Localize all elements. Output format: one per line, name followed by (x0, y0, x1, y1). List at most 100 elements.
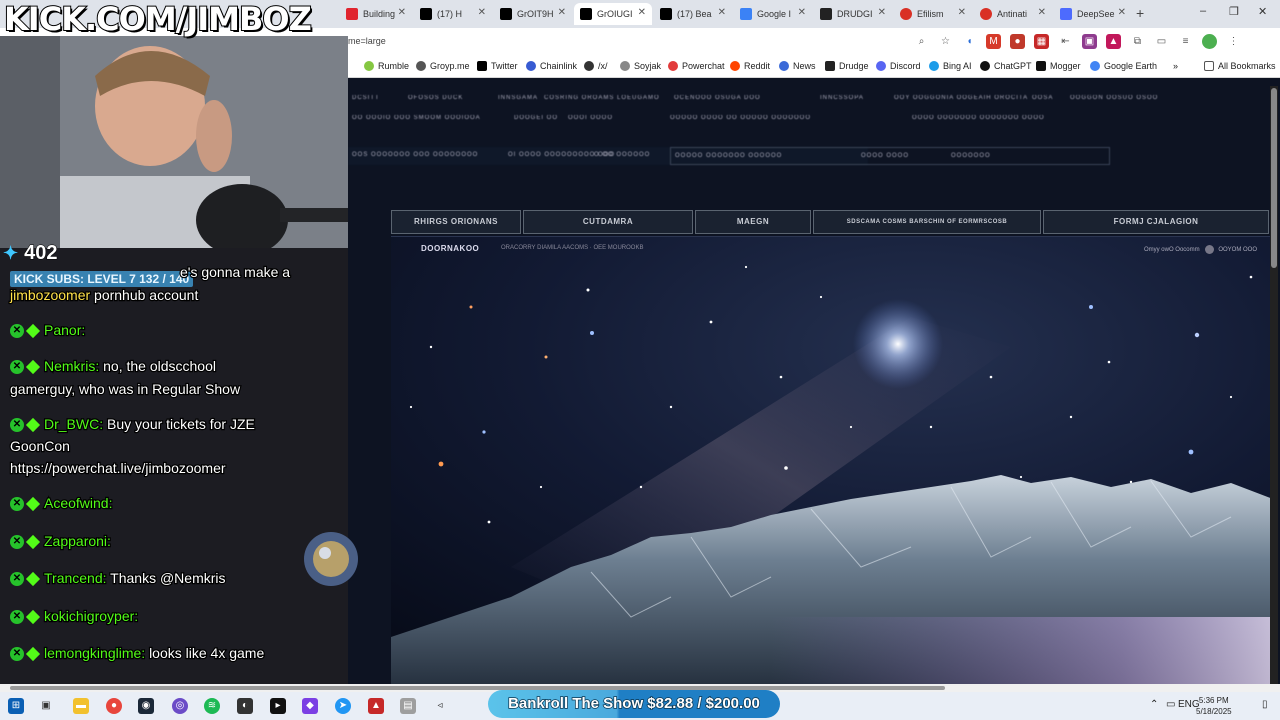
extension-icon[interactable]: ▲ (1106, 34, 1121, 49)
bookmark-drudge[interactable]: Drudge (825, 61, 869, 71)
scrollbar-thumb[interactable] (10, 686, 945, 690)
browser-tab[interactable]: GrOIT9H ✕ (494, 3, 572, 25)
bookmark-star-icon[interactable]: ☆ (938, 34, 953, 49)
close-tab-icon[interactable]: ✕ (1118, 7, 1126, 18)
profile-avatar[interactable] (1202, 34, 1217, 49)
close-tab-icon[interactable]: ✕ (398, 7, 406, 18)
task-view-icon[interactable]: ▣ (38, 698, 54, 714)
maximize-button[interactable]: ❐ (1229, 5, 1239, 18)
extension-icon[interactable]: M (986, 34, 1001, 49)
bookmark-reddit[interactable]: Reddit (730, 61, 770, 71)
app-icon[interactable]: ◐ (237, 698, 253, 714)
bookmark-mogger[interactable]: Mogger (1036, 61, 1081, 71)
badge-icon: ✕ (10, 360, 24, 375)
bookmark-chatgpt[interactable]: ChatGPT (980, 61, 1032, 71)
close-tab-icon[interactable]: ✕ (478, 7, 486, 18)
bookmark-bing-ai[interactable]: Bing AI (929, 61, 972, 71)
app-icon[interactable]: ▲ (368, 698, 384, 714)
content-tab[interactable]: SDSCAMA COSMS BARSCHIN OF EORMRSCOSB (813, 210, 1041, 234)
tray-chevron-icon[interactable]: ⌃ (1150, 699, 1158, 710)
user-icon[interactable] (1205, 245, 1215, 254)
extension-icon[interactable]: ▣ (1082, 34, 1097, 49)
menu-icon[interactable]: ⋮ (1226, 34, 1241, 49)
new-tab-button[interactable]: + (1136, 5, 1144, 21)
notifications-icon[interactable]: ▯ (1262, 699, 1268, 710)
bookmark-groyp[interactable]: Groyp.me (416, 61, 470, 71)
browser-tab-active[interactable]: GrOIUGI ✕ (574, 3, 652, 25)
close-tab-icon[interactable]: ✕ (798, 7, 806, 18)
app-icon[interactable]: ◆ (302, 698, 318, 714)
browser-tab[interactable]: DRUDGI ✕ (814, 3, 892, 25)
zoom-icon[interactable]: ⌕ (914, 34, 929, 49)
close-tab-icon[interactable]: ✕ (558, 7, 566, 18)
bookmark-chainlink[interactable]: Chainlink (526, 61, 577, 71)
extension-icon[interactable]: ◖ (962, 34, 977, 49)
more-bookmarks-button[interactable]: » (1173, 61, 1178, 71)
content-tab[interactable]: MAEGN (695, 210, 811, 234)
browser-tab[interactable]: Building ✕ (340, 3, 412, 25)
x-logo-icon (580, 8, 592, 20)
chrome-icon[interactable]: ● (106, 698, 122, 714)
badge-icon: ✕ (10, 418, 24, 433)
content-tab[interactable]: CUTDAMRA (523, 210, 693, 234)
sub-badge-icon (25, 535, 41, 550)
news-icon (779, 61, 789, 71)
close-window-button[interactable]: ✕ (1258, 5, 1267, 18)
scrollbar-thumb[interactable] (1271, 88, 1277, 268)
windows-start-icon[interactable]: ⊞ (8, 698, 24, 714)
content-tab[interactable]: FORMJ CJALAGION (1043, 210, 1269, 234)
extension-icon[interactable]: ● (1010, 34, 1025, 49)
sidebar-icon[interactable]: ▭ (1154, 34, 1169, 49)
close-tab-icon[interactable]: ✕ (958, 7, 966, 18)
app-icon[interactable]: ◃ (432, 698, 448, 714)
tab-favicon-icon (346, 8, 358, 20)
obs-icon[interactable]: ◎ (172, 698, 188, 714)
file-explorer-icon[interactable]: ▬ (73, 698, 89, 714)
bookmark-rumble[interactable]: Rumble (364, 61, 409, 71)
bookmark-powerchat[interactable]: Powerchat (668, 61, 725, 71)
extension-toolbar: ⌕ ☆ ◖ M ● ▦ ⇤ ▣ ▲ ⧉ ▭ ≡ ⋮ (914, 34, 1241, 49)
bookmark-google-earth[interactable]: Google Earth (1090, 61, 1157, 71)
bookmark-x[interactable]: /x/ (584, 61, 608, 71)
spotify-icon[interactable]: ≋ (204, 698, 220, 714)
chatgpt-icon (980, 61, 990, 71)
close-tab-icon[interactable]: ✕ (878, 7, 886, 18)
badge-icon: ✕ (10, 497, 24, 512)
extensions-puzzle-icon[interactable]: ⧉ (1130, 34, 1145, 49)
browser-tab[interactable]: Antinati ✕ (974, 3, 1052, 25)
extension-icon[interactable]: ▦ (1034, 34, 1049, 49)
app-icon[interactable]: ▤ (400, 698, 416, 714)
browser-tab[interactable]: (17) Bea ✕ (654, 3, 732, 25)
browser-tab[interactable]: Google I ✕ (734, 3, 812, 25)
downloads-icon[interactable]: ≡ (1178, 34, 1193, 49)
vertical-scrollbar[interactable] (1270, 86, 1278, 684)
steam-icon[interactable]: ◉ (138, 698, 154, 714)
reddit-icon (900, 8, 912, 20)
close-tab-icon[interactable]: ✕ (1038, 7, 1046, 18)
minimize-button[interactable]: – (1200, 5, 1206, 17)
terminal-icon[interactable]: ▸ (270, 698, 286, 714)
close-tab-icon[interactable]: ✕ (718, 7, 726, 18)
address-bar[interactable]: me=large (348, 36, 386, 46)
rumble-icon (364, 61, 374, 71)
browser-tab[interactable]: DeepSee ✕ (1054, 3, 1132, 25)
browser-tab[interactable]: (17) H ✕ (414, 3, 492, 25)
bookmark-twitter[interactable]: Twitter (477, 61, 518, 71)
chat-message: https://powerchat.live/jimbozoomer (9, 459, 227, 477)
telegram-icon[interactable]: ➤ (335, 698, 351, 714)
bookmark-news[interactable]: News (779, 61, 816, 71)
network-icon[interactable]: ▭ (1166, 699, 1175, 710)
bookmark-discord[interactable]: Discord (876, 61, 921, 71)
chat-message: jimbozoomer pornhub account (9, 286, 200, 304)
emote-image (304, 532, 358, 586)
panel-subtitle: ORACORRY DIAMILA AACOMS · OEE MOUROOKB (501, 245, 644, 251)
badge-icon: ✕ (10, 610, 24, 625)
bookmark-soyjak[interactable]: Soyjak (620, 61, 661, 71)
browser-tab[interactable]: Efilism ✕ (894, 3, 972, 25)
extension-icon[interactable]: ⇤ (1058, 34, 1073, 49)
leaf-icon (584, 61, 594, 71)
all-bookmarks-button[interactable]: All Bookmarks (1204, 61, 1276, 71)
content-tab[interactable]: RHIRGS ORIONANS (391, 210, 521, 234)
system-clock[interactable]: 5:36 PM 5/18/2025 (1196, 695, 1232, 717)
close-tab-icon[interactable]: ✕ (638, 7, 646, 18)
